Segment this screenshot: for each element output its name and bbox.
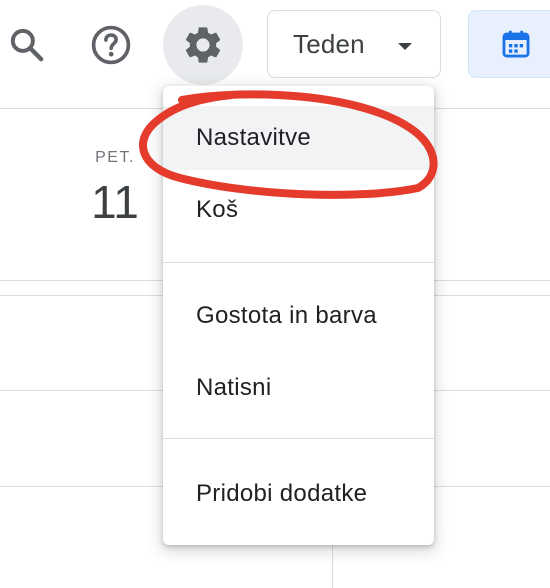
menu-item-print[interactable]: Natisni [163,356,434,420]
menu-item-density-color[interactable]: Gostota in barva [163,284,434,348]
menu-divider [163,262,434,263]
menu-divider [163,438,434,439]
calendar-icon [502,30,530,58]
day-of-week: PET. [95,149,135,166]
menu-item-settings[interactable]: Nastavitve [163,106,434,170]
menu-item-get-addons[interactable]: Pridobi dodatke [163,462,434,526]
menu-item-label: Natisni [196,374,272,401]
menu-item-label: Pridobi dodatke [196,480,368,507]
day-header-sunday[interactable]: SO 1 [520,149,550,229]
calendar-app: Teden PET. 11 SO 1 [0,0,550,588]
help-button[interactable] [71,5,151,85]
calendar-view-toggle[interactable] [468,10,550,78]
day-of-week: SO [520,149,550,167]
settings-button[interactable] [163,5,243,85]
search-button[interactable] [0,5,67,85]
gear-icon [185,27,221,63]
menu-item-trash[interactable]: Koš [163,178,434,242]
help-icon [91,25,131,65]
search-icon [10,28,44,62]
day-number: 1 [520,175,550,229]
settings-menu: Nastavitve Koš Gostota in barva Natisni … [163,86,434,545]
menu-item-label: Koš [196,196,239,223]
chevron-down-icon [398,43,412,50]
menu-item-label: Gostota in barva [196,302,377,329]
view-selector-value: Teden [293,28,365,59]
day-header-friday[interactable]: PET. 11 [60,149,170,229]
day-number: 11 [91,176,139,228]
menu-item-label: Nastavitve [196,124,312,151]
view-selector[interactable]: Teden [267,10,441,78]
